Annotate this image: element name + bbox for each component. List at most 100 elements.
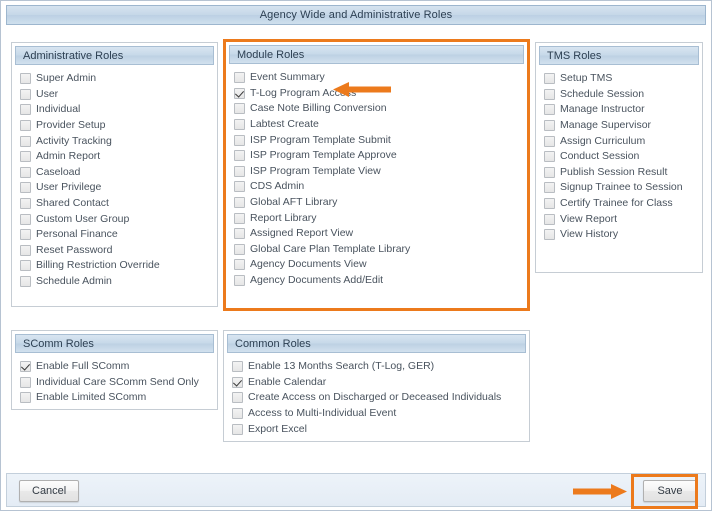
checkbox-row[interactable]: Provider Setup: [20, 118, 213, 134]
checkbox-row[interactable]: ISP Program Template View: [234, 164, 523, 180]
checkbox-unchecked-icon[interactable]: [20, 229, 31, 241]
checkbox-row[interactable]: Manage Supervisor: [544, 118, 698, 134]
checkbox-row[interactable]: Global Care Plan Template Library: [234, 242, 523, 258]
checkbox-row[interactable]: Publish Session Result: [544, 165, 698, 181]
checkbox-unchecked-icon[interactable]: [20, 104, 31, 116]
checkbox-unchecked-icon[interactable]: [544, 182, 555, 194]
checkbox-row[interactable]: User: [20, 87, 213, 103]
checkbox-row[interactable]: Super Admin: [20, 71, 213, 87]
checkbox-row[interactable]: Global AFT Library: [234, 195, 523, 211]
checkbox-row[interactable]: Assigned Report View: [234, 226, 523, 242]
checkbox-row[interactable]: Schedule Session: [544, 87, 698, 103]
checkbox-row[interactable]: Certify Trainee for Class: [544, 196, 698, 212]
checkbox-label: Enable Calendar: [248, 375, 327, 388]
checkbox-label: Export Excel: [248, 422, 307, 435]
checkbox-unchecked-icon[interactable]: [544, 135, 555, 147]
checkbox-unchecked-icon[interactable]: [234, 150, 245, 162]
checkbox-row[interactable]: Custom User Group: [20, 211, 213, 227]
checkbox-unchecked-icon[interactable]: [234, 275, 245, 287]
checkbox-label: Manage Supervisor: [560, 119, 652, 132]
checkbox-row[interactable]: CDS Admin: [234, 179, 523, 195]
checkbox-unchecked-icon[interactable]: [234, 103, 245, 115]
checkbox-unchecked-icon[interactable]: [20, 135, 31, 147]
checkbox-checked-icon[interactable]: [232, 376, 243, 388]
checkbox-checked-icon[interactable]: [234, 87, 245, 99]
checkbox-unchecked-icon[interactable]: [20, 73, 31, 85]
checkbox-row[interactable]: Labtest Create: [234, 117, 523, 133]
checkbox-row[interactable]: Enable Calendar: [232, 375, 525, 391]
checkbox-unchecked-icon[interactable]: [20, 198, 31, 210]
checkbox-unchecked-icon[interactable]: [234, 228, 245, 240]
checkbox-row[interactable]: Agency Documents Add/Edit: [234, 273, 523, 289]
checkbox-row[interactable]: Admin Report: [20, 149, 213, 165]
checkbox-unchecked-icon[interactable]: [544, 104, 555, 116]
checkbox-row[interactable]: Setup TMS: [544, 71, 698, 87]
checkbox-row[interactable]: Enable Limited SComm: [20, 390, 213, 406]
checkbox-unchecked-icon[interactable]: [20, 276, 31, 288]
checkbox-row[interactable]: Access to Multi-Individual Event: [232, 406, 525, 422]
checkbox-unchecked-icon[interactable]: [20, 88, 31, 100]
checkbox-row[interactable]: User Privilege: [20, 180, 213, 196]
checkbox-row[interactable]: Activity Tracking: [20, 133, 213, 149]
checkbox-unchecked-icon[interactable]: [232, 361, 243, 373]
checkbox-row[interactable]: Manage Instructor: [544, 102, 698, 118]
checkbox-row[interactable]: Individual Care SComm Send Only: [20, 375, 213, 391]
checkbox-unchecked-icon[interactable]: [20, 120, 31, 132]
checkbox-row[interactable]: Create Access on Discharged or Deceased …: [232, 390, 525, 406]
checkbox-unchecked-icon[interactable]: [544, 120, 555, 132]
checkbox-unchecked-icon[interactable]: [20, 182, 31, 194]
checkbox-row[interactable]: Caseload: [20, 165, 213, 181]
checkbox-row[interactable]: Assign Curriculum: [544, 133, 698, 149]
checkbox-unchecked-icon[interactable]: [232, 408, 243, 420]
save-button[interactable]: Save: [643, 480, 697, 502]
checkbox-unchecked-icon[interactable]: [234, 181, 245, 193]
checkbox-unchecked-icon[interactable]: [544, 73, 555, 85]
checkbox-row[interactable]: Case Note Billing Conversion: [234, 101, 523, 117]
checkbox-row[interactable]: Individual: [20, 102, 213, 118]
checkbox-unchecked-icon[interactable]: [20, 213, 31, 225]
checkbox-unchecked-icon[interactable]: [544, 166, 555, 178]
checkbox-row[interactable]: View Report: [544, 211, 698, 227]
checkbox-row[interactable]: Schedule Admin: [20, 274, 213, 290]
checkbox-row[interactable]: Billing Restriction Override: [20, 258, 213, 274]
checkbox-unchecked-icon[interactable]: [234, 212, 245, 224]
checkbox-row[interactable]: Signup Trainee to Session: [544, 180, 698, 196]
checkbox-label: ISP Program Template Approve: [250, 149, 397, 162]
checkbox-unchecked-icon[interactable]: [234, 197, 245, 209]
checkbox-unchecked-icon[interactable]: [544, 229, 555, 241]
checkbox-row[interactable]: Export Excel: [232, 421, 525, 437]
checkbox-unchecked-icon[interactable]: [234, 134, 245, 146]
checkbox-row[interactable]: View History: [544, 227, 698, 243]
checkbox-row[interactable]: Enable Full SComm: [20, 359, 213, 375]
checkbox-row[interactable]: Personal Finance: [20, 227, 213, 243]
checkbox-row[interactable]: Agency Documents View: [234, 257, 523, 273]
checkbox-row[interactable]: ISP Program Template Submit: [234, 132, 523, 148]
checkbox-unchecked-icon[interactable]: [20, 166, 31, 178]
checkbox-unchecked-icon[interactable]: [544, 151, 555, 163]
checkbox-unchecked-icon[interactable]: [20, 260, 31, 272]
checkbox-row[interactable]: Report Library: [234, 210, 523, 226]
checkbox-unchecked-icon[interactable]: [234, 119, 245, 131]
cancel-button[interactable]: Cancel: [19, 480, 80, 502]
checkbox-row[interactable]: Reset Password: [20, 243, 213, 259]
checkbox-unchecked-icon[interactable]: [234, 243, 245, 255]
checkbox-unchecked-icon[interactable]: [234, 259, 245, 271]
checkbox-unchecked-icon[interactable]: [20, 151, 31, 163]
checkbox-unchecked-icon[interactable]: [234, 72, 245, 84]
checkbox-row[interactable]: Shared Contact: [20, 196, 213, 212]
checkbox-unchecked-icon[interactable]: [544, 198, 555, 210]
checkbox-unchecked-icon[interactable]: [20, 392, 31, 404]
checkbox-row[interactable]: ISP Program Template Approve: [234, 148, 523, 164]
checkbox-unchecked-icon[interactable]: [544, 213, 555, 225]
checkbox-unchecked-icon[interactable]: [234, 165, 245, 177]
checkbox-unchecked-icon[interactable]: [544, 88, 555, 100]
page-title-bar: Agency Wide and Administrative Roles: [6, 5, 706, 25]
checkbox-label: Shared Contact: [36, 197, 109, 210]
checkbox-checked-icon[interactable]: [20, 361, 31, 373]
checkbox-unchecked-icon[interactable]: [232, 392, 243, 404]
checkbox-row[interactable]: Enable 13 Months Search (T-Log, GER): [232, 359, 525, 375]
checkbox-unchecked-icon[interactable]: [232, 423, 243, 435]
checkbox-row[interactable]: Conduct Session: [544, 149, 698, 165]
checkbox-unchecked-icon[interactable]: [20, 376, 31, 388]
checkbox-unchecked-icon[interactable]: [20, 244, 31, 256]
